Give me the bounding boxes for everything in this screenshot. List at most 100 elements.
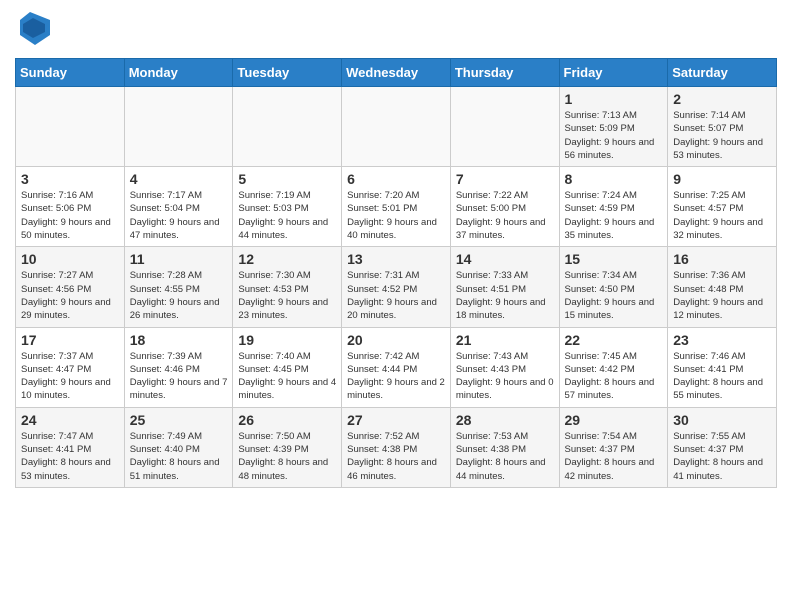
day-cell: 13 Sunrise: 7:31 AMSunset: 4:52 PMDayligh… (342, 247, 451, 327)
day-cell: 30Sunrise: 7:55 AMSunset: 4:37 PMDayligh… (668, 407, 777, 487)
day-info: Sunrise: 7:49 AMSunset: 4:40 PMDaylight:… (130, 430, 228, 483)
day-cell: 18 Sunrise: 7:39 AMSunset: 4:46 PMDayligh… (124, 327, 233, 407)
day-number: 7 (456, 171, 554, 187)
week-row-3: 10 Sunrise: 7:27 AMSunset: 4:56 PMDayligh… (16, 247, 777, 327)
weekday-tuesday: Tuesday (233, 59, 342, 87)
day-info: Sunrise: 7:31 AMSunset: 4:52 PMDaylight:… (347, 269, 445, 322)
day-cell: 8 Sunrise: 7:24 AMSunset: 4:59 PMDaylight… (559, 167, 668, 247)
day-number: 8 (565, 171, 663, 187)
day-info: Sunrise: 7:22 AMSunset: 5:00 PMDaylight:… (456, 189, 554, 242)
day-number: 27 (347, 412, 445, 428)
day-number: 13 (347, 251, 445, 267)
day-cell: 14 Sunrise: 7:33 AMSunset: 4:51 PMDayligh… (450, 247, 559, 327)
day-cell: 12Sunrise: 7:30 AMSunset: 4:53 PMDayligh… (233, 247, 342, 327)
day-info: Sunrise: 7:36 AMSunset: 4:48 PMDaylight:… (673, 269, 771, 322)
day-number: 10 (21, 251, 119, 267)
day-cell: 9 Sunrise: 7:25 AMSunset: 4:57 PMDaylight… (668, 167, 777, 247)
day-cell: 5 Sunrise: 7:19 AMSunset: 5:03 PMDaylight… (233, 167, 342, 247)
logo (15, 10, 50, 50)
day-number: 2 (673, 91, 771, 107)
week-row-1: 1Sunrise: 7:13 AMSunset: 5:09 PMDaylight… (16, 87, 777, 167)
day-info: Sunrise: 7:46 AMSunset: 4:41 PMDaylight:… (673, 350, 771, 403)
weekday-sunday: Sunday (16, 59, 125, 87)
day-number: 30 (673, 412, 771, 428)
day-cell: 24 Sunrise: 7:47 AMSunset: 4:41 PMDayligh… (16, 407, 125, 487)
day-info: Sunrise: 7:33 AMSunset: 4:51 PMDaylight:… (456, 269, 554, 322)
day-info: Sunrise: 7:30 AMSunset: 4:53 PMDaylight:… (238, 269, 336, 322)
weekday-header-row: SundayMondayTuesdayWednesdayThursdayFrid… (16, 59, 777, 87)
day-info: Sunrise: 7:25 AMSunset: 4:57 PMDaylight:… (673, 189, 771, 242)
day-number: 23 (673, 332, 771, 348)
day-info: Sunrise: 7:52 AMSunset: 4:38 PMDaylight:… (347, 430, 445, 483)
day-info: Sunrise: 7:13 AMSunset: 5:09 PMDaylight:… (565, 109, 663, 162)
weekday-monday: Monday (124, 59, 233, 87)
day-info: Sunrise: 7:50 AMSunset: 4:39 PMDaylight:… (238, 430, 336, 483)
day-cell: 28Sunrise: 7:53 AMSunset: 4:38 PMDayligh… (450, 407, 559, 487)
weekday-saturday: Saturday (668, 59, 777, 87)
day-cell (342, 87, 451, 167)
day-cell: 4 Sunrise: 7:17 AMSunset: 5:04 PMDaylight… (124, 167, 233, 247)
day-number: 29 (565, 412, 663, 428)
day-cell: 16 Sunrise: 7:36 AMSunset: 4:48 PMDayligh… (668, 247, 777, 327)
day-number: 9 (673, 171, 771, 187)
day-number: 24 (21, 412, 119, 428)
day-info: Sunrise: 7:37 AMSunset: 4:47 PMDaylight:… (21, 350, 119, 403)
day-info: Sunrise: 7:42 AMSunset: 4:44 PMDaylight:… (347, 350, 445, 403)
day-number: 26 (238, 412, 336, 428)
day-number: 4 (130, 171, 228, 187)
day-info: Sunrise: 7:27 AMSunset: 4:56 PMDaylight:… (21, 269, 119, 322)
day-number: 21 (456, 332, 554, 348)
logo-icon (15, 10, 50, 50)
day-cell: 11 Sunrise: 7:28 AMSunset: 4:55 PMDayligh… (124, 247, 233, 327)
day-info: Sunrise: 7:45 AMSunset: 4:42 PMDaylight:… (565, 350, 663, 403)
week-row-2: 3 Sunrise: 7:16 AMSunset: 5:06 PMDaylight… (16, 167, 777, 247)
day-number: 17 (21, 332, 119, 348)
day-cell: 15Sunrise: 7:34 AMSunset: 4:50 PMDayligh… (559, 247, 668, 327)
day-cell: 21 Sunrise: 7:43 AMSunset: 4:43 PMDayligh… (450, 327, 559, 407)
weekday-thursday: Thursday (450, 59, 559, 87)
day-cell: 29 Sunrise: 7:54 AMSunset: 4:37 PMDayligh… (559, 407, 668, 487)
day-cell: 20 Sunrise: 7:42 AMSunset: 4:44 PMDayligh… (342, 327, 451, 407)
day-info: Sunrise: 7:47 AMSunset: 4:41 PMDaylight:… (21, 430, 119, 483)
day-info: Sunrise: 7:16 AMSunset: 5:06 PMDaylight:… (21, 189, 119, 242)
day-cell: 26 Sunrise: 7:50 AMSunset: 4:39 PMDayligh… (233, 407, 342, 487)
day-info: Sunrise: 7:28 AMSunset: 4:55 PMDaylight:… (130, 269, 228, 322)
weekday-friday: Friday (559, 59, 668, 87)
calendar: SundayMondayTuesdayWednesdayThursdayFrid… (15, 58, 777, 488)
day-number: 18 (130, 332, 228, 348)
day-cell (233, 87, 342, 167)
day-number: 5 (238, 171, 336, 187)
day-number: 6 (347, 171, 445, 187)
day-info: Sunrise: 7:17 AMSunset: 5:04 PMDaylight:… (130, 189, 228, 242)
day-number: 11 (130, 251, 228, 267)
day-info: Sunrise: 7:53 AMSunset: 4:38 PMDaylight:… (456, 430, 554, 483)
day-cell: 22 Sunrise: 7:45 AMSunset: 4:42 PMDayligh… (559, 327, 668, 407)
day-number: 3 (21, 171, 119, 187)
day-info: Sunrise: 7:54 AMSunset: 4:37 PMDaylight:… (565, 430, 663, 483)
day-cell: 23 Sunrise: 7:46 AMSunset: 4:41 PMDayligh… (668, 327, 777, 407)
day-cell: 3 Sunrise: 7:16 AMSunset: 5:06 PMDaylight… (16, 167, 125, 247)
day-info: Sunrise: 7:39 AMSunset: 4:46 PMDaylight:… (130, 350, 228, 403)
day-info: Sunrise: 7:40 AMSunset: 4:45 PMDaylight:… (238, 350, 336, 403)
day-number: 22 (565, 332, 663, 348)
day-cell: 6 Sunrise: 7:20 AMSunset: 5:01 PMDaylight… (342, 167, 451, 247)
week-row-5: 24 Sunrise: 7:47 AMSunset: 4:41 PMDayligh… (16, 407, 777, 487)
day-info: Sunrise: 7:19 AMSunset: 5:03 PMDaylight:… (238, 189, 336, 242)
day-info: Sunrise: 7:14 AMSunset: 5:07 PMDaylight:… (673, 109, 771, 162)
day-info: Sunrise: 7:43 AMSunset: 4:43 PMDaylight:… (456, 350, 554, 403)
week-row-4: 17 Sunrise: 7:37 AMSunset: 4:47 PMDayligh… (16, 327, 777, 407)
day-cell (124, 87, 233, 167)
day-number: 14 (456, 251, 554, 267)
day-number: 16 (673, 251, 771, 267)
day-number: 19 (238, 332, 336, 348)
day-cell: 25 Sunrise: 7:49 AMSunset: 4:40 PMDayligh… (124, 407, 233, 487)
day-number: 25 (130, 412, 228, 428)
day-cell (16, 87, 125, 167)
day-info: Sunrise: 7:20 AMSunset: 5:01 PMDaylight:… (347, 189, 445, 242)
day-info: Sunrise: 7:34 AMSunset: 4:50 PMDaylight:… (565, 269, 663, 322)
day-number: 20 (347, 332, 445, 348)
day-cell: 1Sunrise: 7:13 AMSunset: 5:09 PMDaylight… (559, 87, 668, 167)
day-cell: 7 Sunrise: 7:22 AMSunset: 5:00 PMDaylight… (450, 167, 559, 247)
day-cell: 10 Sunrise: 7:27 AMSunset: 4:56 PMDayligh… (16, 247, 125, 327)
day-info: Sunrise: 7:24 AMSunset: 4:59 PMDaylight:… (565, 189, 663, 242)
